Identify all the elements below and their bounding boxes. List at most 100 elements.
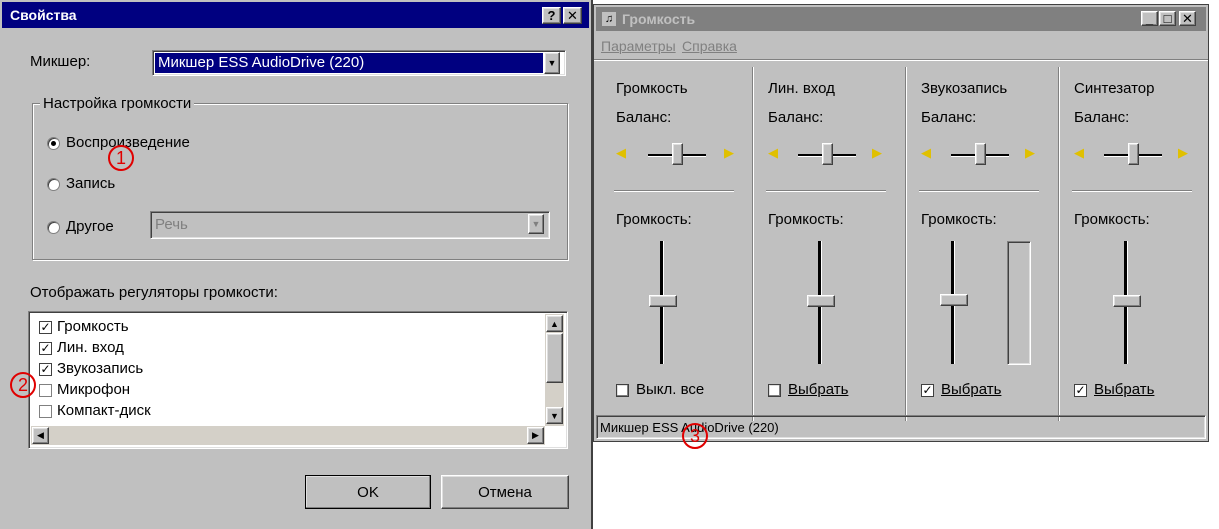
checkbox-empty-icon[interactable] — [768, 384, 781, 397]
volume-titlebar[interactable]: ♫ Громкость — [596, 7, 1206, 31]
column-divider — [1072, 190, 1192, 192]
properties-titlebar[interactable]: Свойства — [2, 2, 589, 28]
mixer-dropdown-button[interactable]: ▼ — [544, 52, 560, 74]
mixer-label: Микшер: — [30, 53, 91, 70]
list-item[interactable]: Компакт-диск — [37, 402, 237, 423]
column-divider — [614, 190, 734, 192]
volume-slider[interactable] — [649, 295, 677, 307]
other-combobox[interactable]: Речь ▼ — [150, 211, 550, 239]
speaker-right-icon: ▶ — [724, 145, 734, 160]
group-title: Настройка громкости — [40, 95, 195, 112]
checkbox-checked-icon[interactable]: ✓ — [39, 363, 52, 376]
list-hscrollbar[interactable]: ◀ ▶ — [31, 426, 545, 445]
column-divider — [919, 190, 1039, 192]
volume-title: Громкость — [622, 11, 696, 27]
scroll-thumb[interactable] — [546, 333, 563, 383]
volume-label: Громкость: — [616, 211, 692, 228]
other-dropdown-button[interactable]: ▼ — [528, 214, 544, 234]
select-label[interactable]: Выбрать — [788, 381, 848, 398]
list-item[interactable]: ✓ Звукозапись — [37, 360, 237, 381]
select-label[interactable]: Выбрать — [941, 381, 1001, 398]
checkbox-empty-icon[interactable] — [616, 384, 629, 397]
volume-label: Громкость: — [768, 211, 844, 228]
speaker-left-icon: ◀ — [921, 145, 931, 160]
mute-all-label[interactable]: Выкл. все — [636, 381, 704, 398]
menu-help[interactable]: Справка — [682, 38, 737, 54]
volume-slider[interactable] — [807, 295, 835, 307]
speaker-right-icon: ▶ — [1025, 145, 1035, 160]
radio-other[interactable] — [47, 221, 60, 234]
close-button[interactable]: ✕ — [563, 7, 582, 24]
scroll-down-button[interactable]: ▼ — [546, 407, 563, 424]
checkbox-checked-icon[interactable]: ✓ — [39, 342, 52, 355]
scroll-left-button[interactable]: ◀ — [32, 427, 49, 444]
list-vscrollbar[interactable]: ▲ ▼ — [545, 314, 564, 426]
list-item[interactable]: ✓ Громкость — [37, 318, 237, 339]
close-button[interactable]: ✕ — [1179, 11, 1196, 26]
list-item-label: Компакт-диск — [57, 402, 151, 419]
ok-button[interactable]: OK — [305, 475, 431, 509]
display-controls-label: Отображать регуляторы громкости: — [30, 284, 278, 301]
balance-slider[interactable] — [672, 143, 683, 165]
speaker-app-icon: ♫ — [602, 12, 616, 26]
checkbox-empty-icon[interactable] — [39, 384, 52, 397]
column-title: Громкость — [616, 80, 688, 97]
speaker-left-icon: ◀ — [616, 145, 626, 160]
volume-label: Громкость: — [1074, 211, 1150, 228]
radio-record-label[interactable]: Запись — [66, 175, 115, 192]
annotation-marker: 2 — [10, 372, 36, 398]
balance-slider[interactable] — [975, 143, 986, 165]
annotation-number: 2 — [17, 374, 28, 395]
help-button[interactable]: ? — [542, 7, 561, 24]
other-value: Речь — [155, 216, 188, 233]
cancel-label: Отмена — [478, 483, 532, 501]
list-item-label: Громкость — [57, 318, 129, 335]
mixer-column-master: Громкость Баланс: ◀ ▶ Громкость: Выкл. в… — [594, 61, 752, 423]
checkbox-checked-icon[interactable]: ✓ — [39, 321, 52, 334]
chevron-down-icon: ▼ — [547, 58, 557, 68]
balance-slider[interactable] — [1128, 143, 1139, 165]
list-item[interactable]: ✓ Лин. вход — [37, 339, 237, 360]
mixer-column-recording: Звукозапись Баланс: ◀ ▶ Громкость: ✓ Выб… — [907, 61, 1058, 423]
speaker-right-icon: ▶ — [872, 145, 882, 160]
minimize-icon: _ — [1145, 11, 1154, 26]
checkbox-empty-icon[interactable] — [39, 405, 52, 418]
speaker-left-icon: ◀ — [1074, 145, 1084, 160]
column-title: Лин. вход — [768, 80, 835, 97]
volume-window: ♫ Громкость _ □ ✕ Параметры Справка Гром… — [593, 4, 1209, 442]
checkbox-checked-icon[interactable]: ✓ — [1074, 384, 1087, 397]
help-icon: ? — [547, 8, 556, 23]
maximize-icon: □ — [1163, 11, 1172, 26]
balance-label: Баланс: — [921, 109, 977, 126]
list-item[interactable]: Микрофон — [37, 381, 237, 402]
arrow-right-icon: ▶ — [532, 430, 539, 440]
balance-label: Баланс: — [1074, 109, 1130, 126]
controls-listbox[interactable]: ✓ Громкость ✓ Лин. вход ✓ Звукозапись Ми… — [28, 311, 568, 449]
checkbox-checked-icon[interactable]: ✓ — [921, 384, 934, 397]
menu-params[interactable]: Параметры — [601, 38, 676, 54]
list-item-label: Микрофон — [57, 381, 131, 398]
radio-record[interactable] — [47, 178, 60, 191]
select-label[interactable]: Выбрать — [1094, 381, 1154, 398]
cancel-button[interactable]: Отмена — [441, 475, 569, 509]
balance-slider[interactable] — [822, 143, 833, 165]
mixer-column-synth: Синтезатор Баланс: ◀ ▶ Громкость: ✓ Выбр… — [1060, 61, 1208, 423]
radio-other-label[interactable]: Другое — [66, 218, 114, 235]
properties-dialog: Свойства ? ✕ Микшер: Микшер ESS AudioDri… — [0, 0, 593, 529]
volume-label: Громкость: — [921, 211, 997, 228]
radio-playback[interactable] — [47, 137, 60, 150]
column-title: Синтезатор — [1074, 80, 1155, 97]
scroll-up-button[interactable]: ▲ — [546, 315, 563, 332]
scroll-right-button[interactable]: ▶ — [527, 427, 544, 444]
column-divider — [766, 190, 886, 192]
arrow-down-icon: ▼ — [550, 410, 559, 421]
annotation-marker: 1 — [108, 145, 134, 171]
volume-slider[interactable] — [940, 294, 968, 306]
minimize-button[interactable]: _ — [1141, 11, 1158, 26]
volume-slider[interactable] — [1113, 295, 1141, 307]
mixer-combobox[interactable]: Микшер ESS AudioDrive (220) ▼ — [152, 50, 566, 76]
speaker-right-icon: ▶ — [1178, 145, 1188, 160]
arrow-up-icon: ▲ — [550, 318, 559, 329]
maximize-button[interactable]: □ — [1159, 11, 1176, 26]
properties-title: Свойства — [10, 7, 77, 23]
